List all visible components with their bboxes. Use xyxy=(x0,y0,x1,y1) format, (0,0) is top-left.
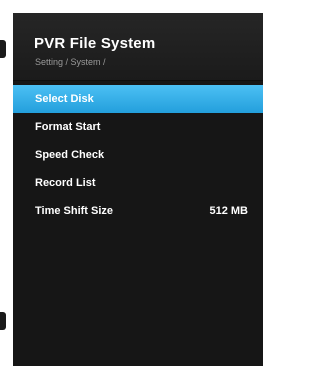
background-edge-top xyxy=(0,40,6,58)
menu-item-label: Time Shift Size xyxy=(35,205,114,217)
menu-item-format-start[interactable]: Format Start xyxy=(13,113,263,141)
menu-item-time-shift-size[interactable]: Time Shift Size 512 MB xyxy=(13,197,263,225)
menu-item-label: Format Start xyxy=(35,121,101,133)
panel-header: PVR File System Setting / System / xyxy=(13,13,263,81)
time-shift-size-value: 512 MB xyxy=(209,205,248,217)
page-title: PVR File System xyxy=(34,35,156,52)
menu-item-label: Speed Check xyxy=(35,149,105,161)
pvr-file-system-panel: PVR File System Setting / System / Selec… xyxy=(13,13,263,366)
settings-menu: Select Disk Format Start Speed Check Rec… xyxy=(13,85,263,225)
menu-item-record-list[interactable]: Record List xyxy=(13,169,263,197)
breadcrumb: Setting / System / xyxy=(35,57,106,67)
menu-item-label: Select Disk xyxy=(35,93,94,105)
background-edge-bottom xyxy=(0,312,6,330)
menu-item-speed-check[interactable]: Speed Check xyxy=(13,141,263,169)
menu-item-select-disk[interactable]: Select Disk xyxy=(13,85,263,113)
menu-item-label: Record List xyxy=(35,177,96,189)
